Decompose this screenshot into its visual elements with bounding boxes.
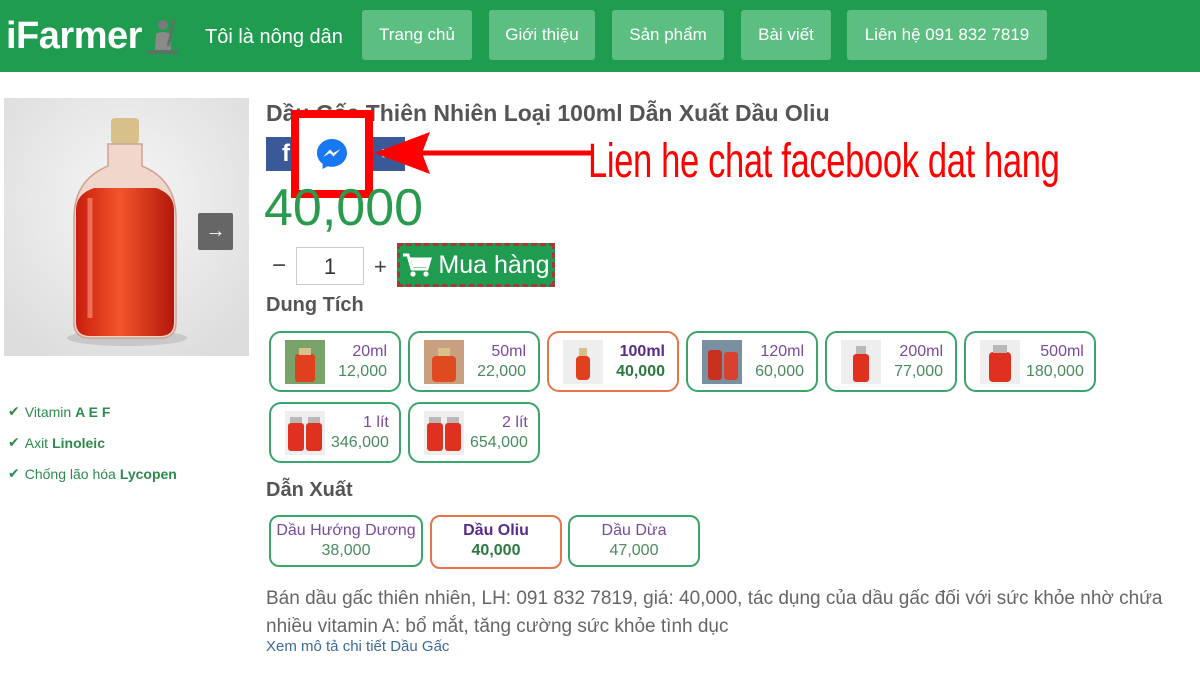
facebook-icon: f <box>282 140 290 167</box>
feature-item: ✔ Axit Linoleic <box>8 427 177 458</box>
variant-name: 1 lít <box>363 413 389 431</box>
capacity-option-500ml[interactable]: 500ml 180,000 <box>964 331 1096 392</box>
annotation-text: Lien he chat facebook dat hang <box>588 135 1060 188</box>
shopping-cart-icon <box>403 253 433 277</box>
product-price: 40,000 <box>264 179 424 237</box>
variant-price: 40,000 <box>616 362 665 380</box>
nav-products[interactable]: Sản phẩm <box>612 10 724 60</box>
origin-option-huong-duong[interactable]: Dầu Hướng Dương 38,000 <box>269 515 423 567</box>
brand-name: iFarmer <box>6 14 142 57</box>
variant-name: 120ml <box>760 342 804 360</box>
variant-name: 100ml <box>619 342 665 360</box>
variant-price: 77,000 <box>894 362 943 380</box>
capacity-option-120ml[interactable]: 120ml 60,000 <box>686 331 818 392</box>
capacity-option-50ml[interactable]: 50ml 22,000 <box>408 331 540 392</box>
variant-price: 180,000 <box>1026 362 1084 380</box>
capacity-option-200ml[interactable]: 200ml 77,000 <box>825 331 957 392</box>
feature-strong: Lycopen <box>119 465 177 482</box>
capacity-option-1-lit[interactable]: 1 lít 346,000 <box>269 402 401 463</box>
nav-home[interactable]: Trang chủ <box>362 10 472 60</box>
variant-price: 22,000 <box>477 362 526 380</box>
variant-thumbnail <box>285 339 325 384</box>
variant-name: 20ml <box>352 342 387 360</box>
variant-price: 60,000 <box>755 362 804 380</box>
feature-item: ✔ Vitamin A E F <box>8 396 177 427</box>
feature-text: Vitamin <box>24 403 72 420</box>
variant-name: 500ml <box>1040 342 1084 360</box>
variant-thumbnail <box>424 410 464 455</box>
check-icon: ✔ <box>8 434 20 450</box>
check-icon: ✔ <box>8 403 20 419</box>
variant-thumbnail <box>980 339 1020 384</box>
variant-thumbnail <box>285 410 325 455</box>
origin-name: Dầu Hướng Dương <box>276 522 416 539</box>
buy-label: Mua hàng <box>438 250 550 279</box>
brand-logo[interactable]: iFarmer <box>6 12 180 60</box>
nav-articles[interactable]: Bài viết <box>741 10 831 60</box>
capacity-option-20ml[interactable]: 20ml 12,000 <box>269 331 401 392</box>
variant-price: 654,000 <box>470 433 528 451</box>
quantity-input[interactable]: 1 <box>296 247 364 285</box>
farmer-hoe-icon <box>147 19 178 54</box>
feature-list: ✔ Vitamin A E F ✔ Axit Linoleic ✔ Chống … <box>8 396 177 489</box>
add-to-cart-button[interactable]: Mua hàng <box>397 243 555 287</box>
feature-text: Chống lão hóa <box>24 465 116 482</box>
quantity-increase-button[interactable]: + <box>374 254 387 280</box>
product-description: Bán dầu gấc thiên nhiên, LH: 091 832 781… <box>266 588 1163 637</box>
origin-price: 47,000 <box>609 542 659 559</box>
variant-name: 50ml <box>491 342 526 360</box>
origin-price: 38,000 <box>321 542 371 559</box>
arrow-right-icon: → <box>205 220 226 242</box>
variant-thumbnail <box>702 339 742 384</box>
origin-option-oliu[interactable]: Dầu Oliu 40,000 <box>430 515 562 569</box>
variant-price: 346,000 <box>331 433 389 451</box>
nav-about[interactable]: Giới thiệu <box>489 10 595 60</box>
feature-strong: Linoleic <box>52 434 105 451</box>
origin-price: 40,000 <box>471 542 521 559</box>
feature-item: ✔ Chống lão hóa Lycopen <box>8 458 177 489</box>
variant-price: 12,000 <box>338 362 387 380</box>
messenger-icon <box>317 139 347 169</box>
capacity-option-2-lit[interactable]: 2 lít 654,000 <box>408 402 540 463</box>
top-navbar: iFarmer Tôi là nông dân Trang chủ Giới t… <box>0 0 1200 72</box>
variant-thumbnail <box>424 339 464 384</box>
check-icon: ✔ <box>8 465 20 481</box>
origin-name: Dầu Oliu <box>463 522 529 539</box>
capacity-option-100ml[interactable]: 100ml 40,000 <box>547 331 679 392</box>
origin-name: Dầu Dừa <box>601 522 667 539</box>
nav-contact[interactable]: Liên hệ 091 832 7819 <box>847 10 1047 60</box>
site-tagline: Tôi là nông dân <box>205 26 343 48</box>
variant-thumbnail <box>841 339 881 384</box>
origin-label: Dẫn Xuất <box>266 479 353 501</box>
variant-name: 200ml <box>899 342 943 360</box>
origin-option-dua[interactable]: Dầu Dừa 47,000 <box>568 515 700 567</box>
feature-text: Axit <box>24 434 49 451</box>
capacity-label: Dung Tích <box>266 294 364 316</box>
gallery-next-button[interactable]: → <box>198 213 233 250</box>
annotation-arrow <box>374 132 594 174</box>
variant-thumbnail <box>563 339 603 384</box>
description-more-link[interactable]: Xem mô tả chi tiết Dầu Gấc <box>266 638 449 655</box>
variant-name: 2 lít <box>502 413 528 431</box>
quantity-decrease-button[interactable]: − <box>272 252 286 280</box>
feature-strong: A E F <box>75 403 111 420</box>
